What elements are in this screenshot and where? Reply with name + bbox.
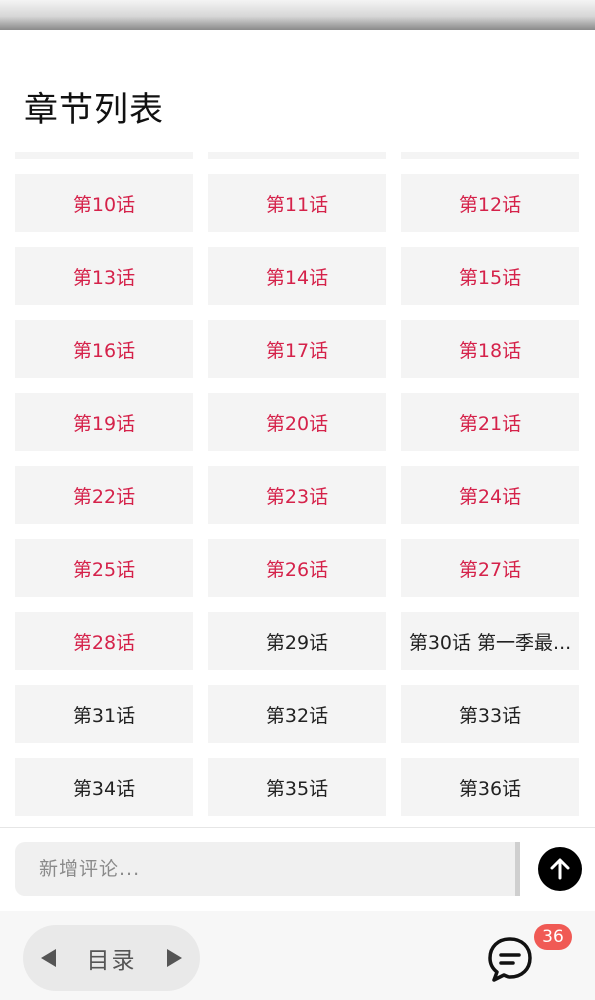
top-shadow [0,0,595,30]
send-arrow-icon [550,858,570,880]
chapter-label: 第25话 [72,558,136,581]
chapter-label: 第27话 [458,558,522,581]
chapter-item[interactable]: 第28话 [15,612,193,670]
comment-input[interactable] [15,842,520,896]
chapter-label: 第31话 [72,704,136,727]
chapter-item[interactable]: 第20话 [208,393,386,451]
chapter-item[interactable] [401,152,579,159]
chapter-grid: 第10话 第11话 第12话第13话 第14话 第15话第16话 第17话 第18话第19话… [15,152,579,816]
chapter-item[interactable]: 第12话 [401,174,579,232]
chapter-item[interactable]: 第10话 [15,174,193,232]
page-title: 章节列表 [24,90,164,130]
chapter-item[interactable]: 第35话 [208,758,386,816]
chapter-item[interactable]: 第32话 [208,685,386,743]
chapter-item[interactable]: 第27话 [401,539,579,597]
chapter-label: 第26话 [265,558,329,581]
chapter-label: 第34话 [72,777,136,800]
comment-bubble-icon [488,937,532,982]
chapter-label: 第32话 [265,704,329,727]
chapter-item[interactable]: 第29话 [208,612,386,670]
bottom-bar: 目录 36 [0,911,595,1000]
chapter-item[interactable] [208,152,386,159]
chapter-item[interactable]: 第24话 [401,466,579,524]
chapter-item[interactable]: 第23话 [208,466,386,524]
toc-pill: 目录 [23,925,200,991]
chapter-label: 第30话 第一季最... [408,631,572,654]
chapter-item[interactable]: 第13话 [15,247,193,305]
chapter-label: 第21话 [458,412,522,435]
chapter-item[interactable]: 第15话 [401,247,579,305]
comment-button[interactable] [486,935,534,983]
send-button[interactable] [538,847,582,891]
chapter-item[interactable]: 第21话 [401,393,579,451]
chapter-label: 第10话 [72,193,136,216]
chapter-item[interactable]: 第16话 [15,320,193,378]
chapter-label: 第18话 [458,339,522,362]
chapter-item[interactable]: 第25话 [15,539,193,597]
comment-bar [0,827,595,911]
chapter-item[interactable]: 第17话 [208,320,386,378]
chapter-label: 第33话 [458,704,522,727]
chapter-label: 第11话 [265,193,329,216]
chapter-label: 第23话 [265,485,329,508]
chapter-label: 第16话 [72,339,136,362]
chapter-label: 第29话 [265,631,329,654]
chapter-label: 第19话 [72,412,136,435]
chapter-label: 第14话 [265,266,329,289]
chapter-label: 第28话 [72,631,136,654]
chapter-item[interactable]: 第30话 第一季最... [401,612,579,670]
chapter-item[interactable]: 第26话 [208,539,386,597]
chapter-item[interactable]: 第36话 [401,758,579,816]
chapter-item[interactable]: 第31话 [15,685,193,743]
chapter-item[interactable]: 第14话 [208,247,386,305]
chapter-label: 第24话 [458,485,522,508]
chapter-label: 第20话 [265,412,329,435]
chapter-item[interactable] [15,152,193,159]
chapter-item[interactable]: 第18话 [401,320,579,378]
prev-chapter-icon[interactable] [41,949,56,967]
chapter-item[interactable]: 第33话 [401,685,579,743]
chapter-label: 第17话 [265,339,329,362]
chapter-label: 第12话 [458,193,522,216]
chapter-label: 第36话 [458,777,522,800]
chapter-label: 第22话 [72,485,136,508]
comment-count-badge: 36 [534,924,572,950]
chapter-item[interactable]: 第19话 [15,393,193,451]
next-chapter-icon[interactable] [167,949,182,967]
toc-button[interactable]: 目录 [87,941,137,975]
chapter-item[interactable]: 第11话 [208,174,386,232]
chapter-item[interactable]: 第34话 [15,758,193,816]
chapter-label: 第15话 [458,266,522,289]
chapter-label: 第13话 [72,266,136,289]
chapter-label: 第35话 [265,777,329,800]
chapter-item[interactable]: 第22话 [15,466,193,524]
chapter-list[interactable]: 第10话 第11话 第12话第13话 第14话 第15话第16话 第17话 第18话第19话… [0,152,595,828]
